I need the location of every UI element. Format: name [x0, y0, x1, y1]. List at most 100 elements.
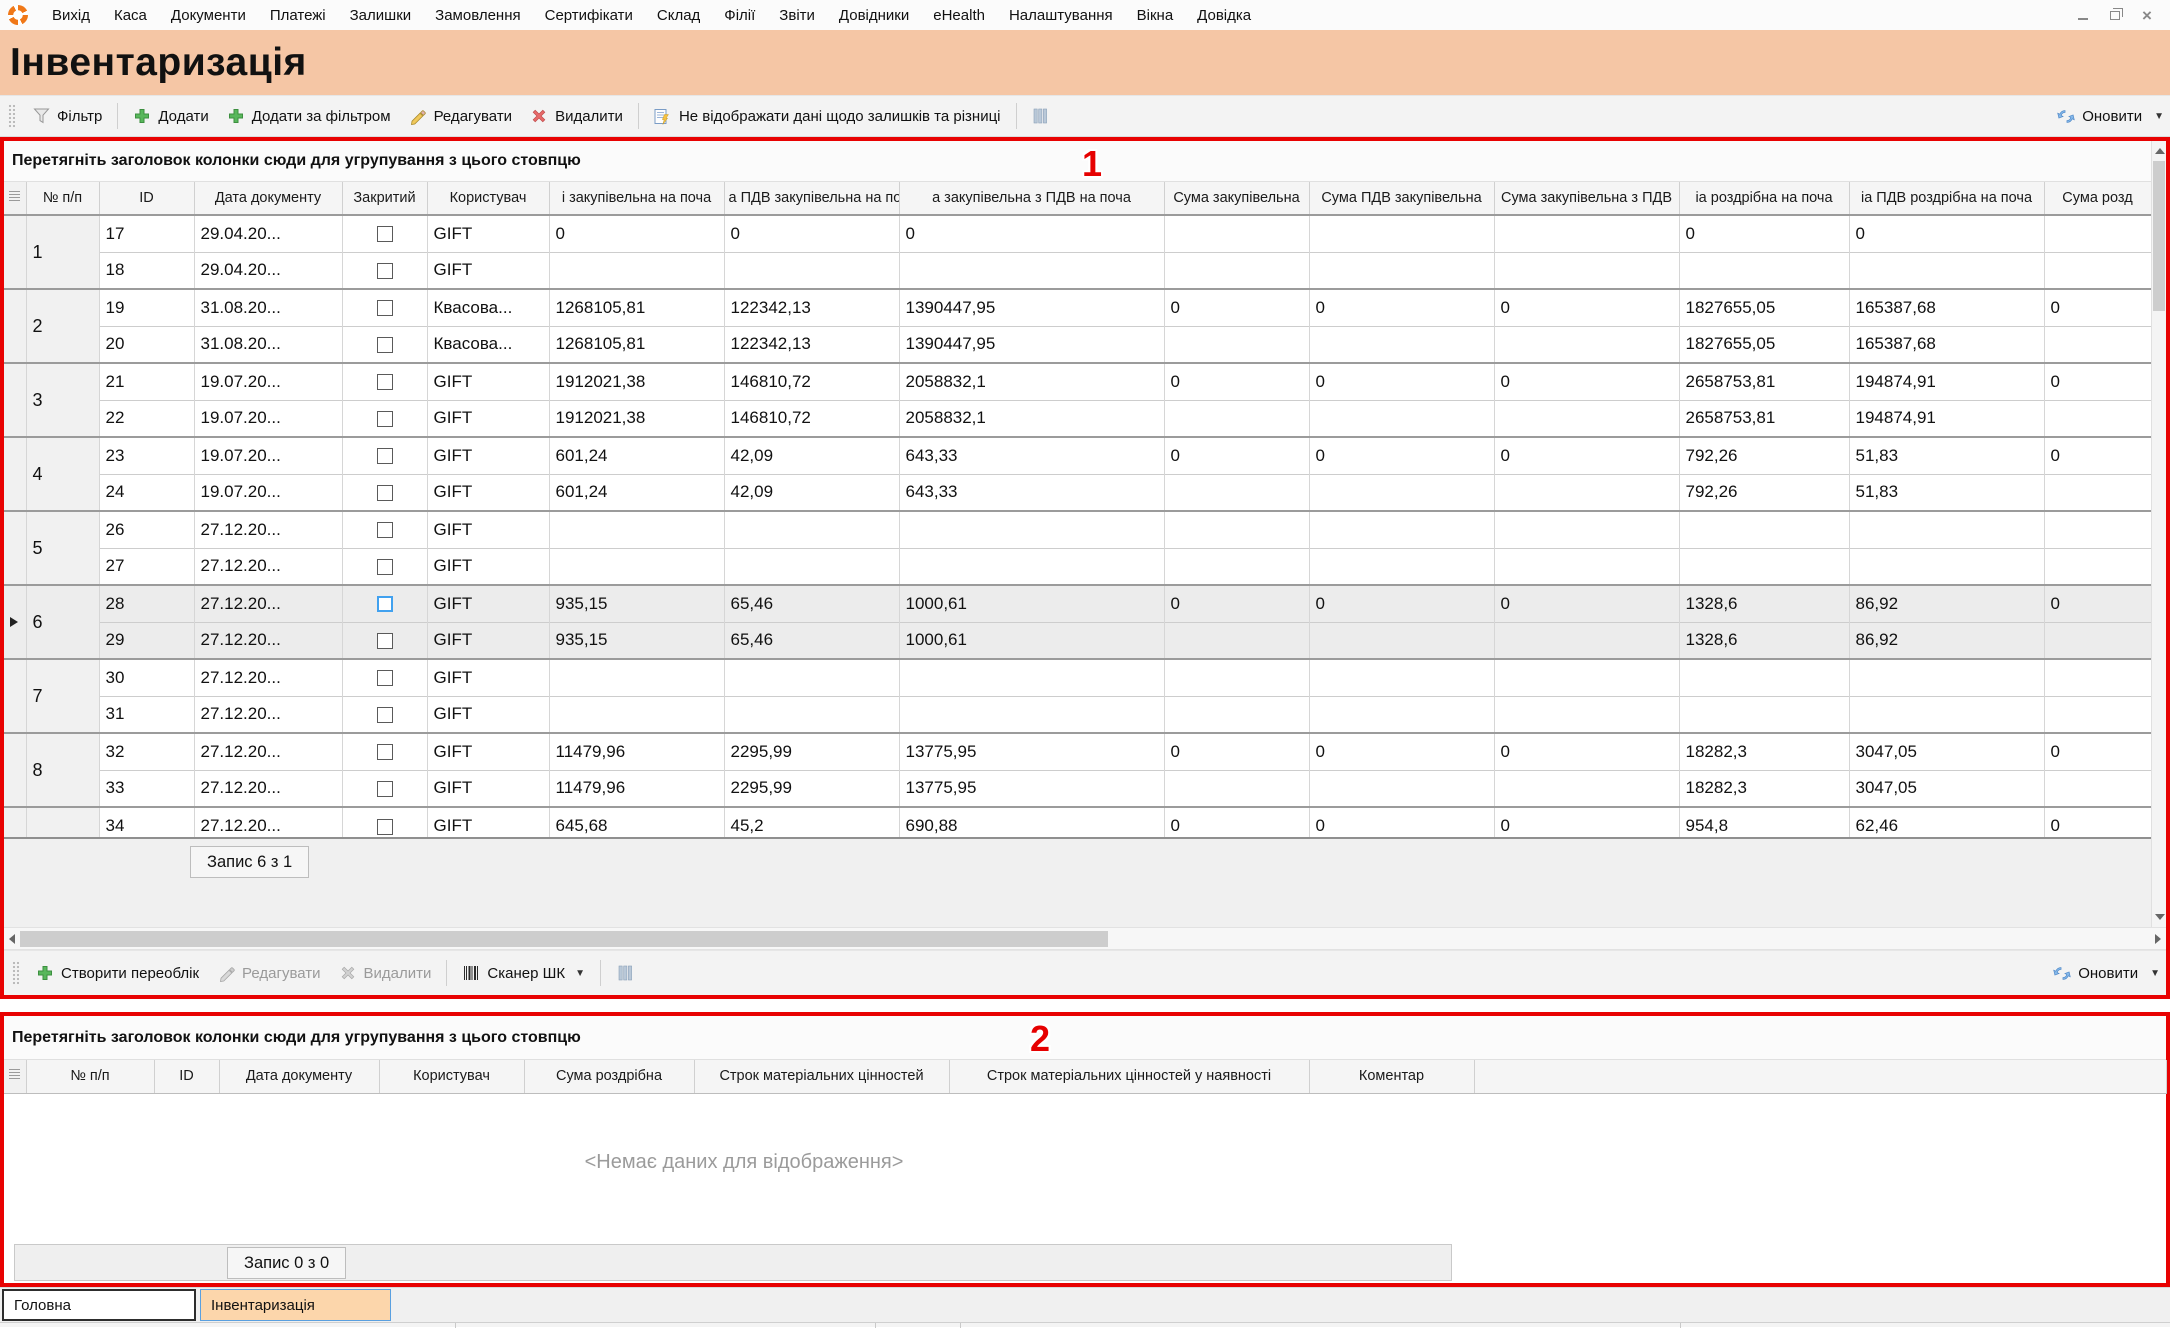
grid1-cell[interactable]: 65,46: [724, 622, 899, 659]
grid1-cell[interactable]: [1164, 622, 1309, 659]
grid2-column-header[interactable]: Сума роздрібна: [524, 1060, 694, 1093]
grid1-column-header[interactable]: а закупівельна з ПДВ на поча: [899, 182, 1164, 215]
toolbar-button-Видалити[interactable]: Видалити: [330, 959, 441, 988]
menu-item-Вихід[interactable]: Вихід: [42, 3, 100, 28]
grid1-cell[interactable]: 1827655,05: [1679, 289, 1849, 326]
grid1-cell[interactable]: 194874,91: [1849, 400, 2044, 437]
grid1-row[interactable]: 11729.04.20...GIFT00000: [4, 215, 2151, 252]
refresh-button-secondary[interactable]: Оновити: [2044, 959, 2147, 988]
grid1-cell[interactable]: 86,92: [1849, 585, 2044, 622]
closed-checkbox[interactable]: [377, 707, 393, 723]
grid1-cell[interactable]: 27.12.20...: [194, 511, 342, 548]
grid1-cell[interactable]: [1309, 696, 1494, 733]
grid1-cell[interactable]: [1849, 511, 2044, 548]
grid1-cell[interactable]: [1309, 548, 1494, 585]
grid1-cell[interactable]: [2044, 400, 2151, 437]
grid1-cell[interactable]: 122342,13: [724, 326, 899, 363]
grid1-cell[interactable]: 29.04.20...: [194, 215, 342, 252]
grid1-cell[interactable]: 0: [1849, 215, 2044, 252]
grid1-row[interactable]: 21931.08.20...Квасова...1268105,81122342…: [4, 289, 2151, 326]
toolbar-button-Додати за фільтром[interactable]: Додати за фільтром: [218, 102, 400, 131]
grid1-cell[interactable]: 2658753,81: [1679, 363, 1849, 400]
grid1-cell[interactable]: 32: [99, 733, 194, 770]
menu-item-Залишки[interactable]: Залишки: [340, 3, 422, 28]
grid1-cell[interactable]: GIFT: [427, 622, 549, 659]
grid1-column-header[interactable]: Закритий: [342, 182, 427, 215]
grid1-cell[interactable]: [1164, 474, 1309, 511]
grid1-cell[interactable]: GIFT: [427, 252, 549, 289]
grid1-cell[interactable]: 0: [1309, 585, 1494, 622]
grid1-cell[interactable]: [1164, 770, 1309, 807]
grid1-cell[interactable]: GIFT: [427, 474, 549, 511]
grid2-indicator-header[interactable]: [4, 1060, 26, 1093]
grid1-cell[interactable]: [1164, 548, 1309, 585]
grid1-cell[interactable]: [1309, 659, 1494, 696]
grid1-cell[interactable]: 146810,72: [724, 400, 899, 437]
closed-checkbox[interactable]: [377, 633, 393, 649]
grid1-cell[interactable]: 0: [1164, 437, 1309, 474]
grid1-cell[interactable]: [1494, 659, 1679, 696]
grid1-cell[interactable]: 690,88: [899, 807, 1164, 837]
grid1-cell[interactable]: GIFT: [427, 437, 549, 474]
closed-checkbox[interactable]: [377, 448, 393, 464]
grid1-cell[interactable]: 0: [1164, 807, 1309, 837]
grid1-cell[interactable]: [1494, 400, 1679, 437]
menu-item-Довідка[interactable]: Довідка: [1187, 3, 1261, 28]
grid1-cell[interactable]: 1268105,81: [549, 289, 724, 326]
grid1-cell[interactable]: 1000,61: [899, 622, 1164, 659]
toolbar-button-Сканер ШК[interactable]: Сканер ШК▼: [453, 959, 594, 988]
grid1-cell[interactable]: [1309, 770, 1494, 807]
grid1-cell[interactable]: [2044, 511, 2151, 548]
grid1-cell[interactable]: [1679, 548, 1849, 585]
grid1-cell[interactable]: 954,8: [1679, 807, 1849, 837]
grid1-row[interactable]: 3127.12.20...GIFT: [4, 696, 2151, 733]
grid1-cell[interactable]: [1164, 326, 1309, 363]
grid1-cell[interactable]: Квасова...: [427, 289, 549, 326]
grid1-cell[interactable]: 27.12.20...: [194, 659, 342, 696]
grid2-column-header[interactable]: Користувач: [379, 1060, 524, 1093]
grid1-cell[interactable]: 601,24: [549, 437, 724, 474]
closed-checkbox[interactable]: [377, 411, 393, 427]
grid1-cell[interactable]: 0: [1494, 807, 1679, 837]
toolbar-button-Редагувати[interactable]: Редагувати: [400, 102, 522, 131]
toolbar-button-Не відображати дані щодо залишків та різниці[interactable]: Не відображати дані щодо залишків та різ…: [645, 102, 1010, 131]
grid1-cell[interactable]: 165387,68: [1849, 289, 2044, 326]
grid1-cell[interactable]: [549, 252, 724, 289]
grid1-row[interactable]: 1829.04.20...GIFT: [4, 252, 2151, 289]
grid1-cell[interactable]: 0: [1309, 289, 1494, 326]
grid1-column-header[interactable]: ID: [99, 182, 194, 215]
grid1-cell[interactable]: 792,26: [1679, 474, 1849, 511]
grid1-cell[interactable]: 0: [1494, 733, 1679, 770]
grid1-cell[interactable]: 3047,05: [1849, 770, 2044, 807]
menu-item-Склад[interactable]: Склад: [647, 3, 710, 28]
grid1-cell[interactable]: [2044, 326, 2151, 363]
grid1-cell[interactable]: 1390447,95: [899, 326, 1164, 363]
grid1-cell[interactable]: 0: [549, 215, 724, 252]
grid1-cell[interactable]: [1309, 400, 1494, 437]
grid1-cell[interactable]: [1494, 770, 1679, 807]
grid2-group-panel[interactable]: Перетягніть заголовок колонки сюди для у…: [4, 1016, 2166, 1060]
grid1-row[interactable]: 2727.12.20...GIFT: [4, 548, 2151, 585]
grid1-cell[interactable]: [1164, 400, 1309, 437]
grid1-cell[interactable]: [1494, 548, 1679, 585]
grid1-row[interactable]: 2031.08.20...Квасова...1268105,81122342,…: [4, 326, 2151, 363]
grid1-cell[interactable]: 19: [99, 289, 194, 326]
grid1-cell[interactable]: GIFT: [427, 585, 549, 622]
grid1-cell[interactable]: [724, 659, 899, 696]
grid1-cell[interactable]: 27.12.20...: [194, 770, 342, 807]
grid1-column-header[interactable]: іа ПДВ роздрібна на поча: [1849, 182, 2044, 215]
grid1-cell[interactable]: 0: [2044, 289, 2151, 326]
grid1-cell[interactable]: 0: [2044, 807, 2151, 837]
grid1-row[interactable]: 2927.12.20...GIFT935,1565,461000,611328,…: [4, 622, 2151, 659]
grid1-indicator-header[interactable]: [4, 182, 26, 215]
grid1-cell[interactable]: GIFT: [427, 548, 549, 585]
grid1-cell[interactable]: 194874,91: [1849, 363, 2044, 400]
grid1-cell[interactable]: 65,46: [724, 585, 899, 622]
grid1-cell[interactable]: [1309, 326, 1494, 363]
grid1-cell[interactable]: [1164, 215, 1309, 252]
grid1-cell[interactable]: 33: [99, 770, 194, 807]
grid1-cell[interactable]: 27.12.20...: [194, 585, 342, 622]
grid1-cell[interactable]: 27.12.20...: [194, 548, 342, 585]
grid1-column-header[interactable]: Сума ПДВ закупівельна: [1309, 182, 1494, 215]
grid1-cell[interactable]: [1309, 215, 1494, 252]
